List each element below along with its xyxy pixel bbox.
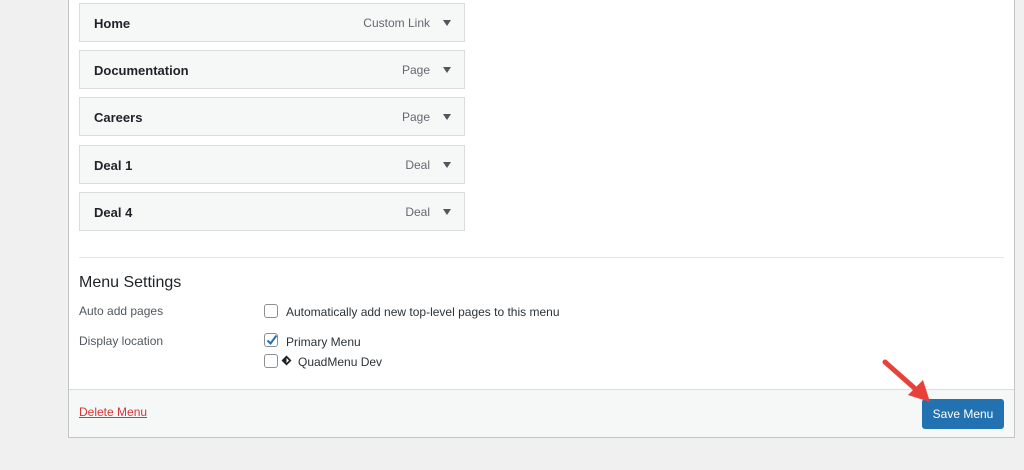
caret-down-icon[interactable] bbox=[440, 205, 454, 219]
primary-menu-label[interactable]: Primary Menu bbox=[286, 335, 361, 349]
quadmenu-dev-label[interactable]: QuadMenu Dev bbox=[298, 355, 382, 369]
menu-footer: Delete Menu Save Menu bbox=[69, 389, 1014, 437]
menu-item-type: Deal bbox=[405, 205, 430, 219]
menu-item-type: Page bbox=[401, 110, 430, 124]
section-divider bbox=[79, 257, 1004, 258]
menu-item-careers[interactable]: Careers Page bbox=[79, 97, 465, 136]
menu-item-title: Deal 4 bbox=[94, 205, 133, 220]
checkmark-icon bbox=[266, 334, 278, 346]
caret-down-icon[interactable] bbox=[440, 63, 454, 77]
menu-item-type: Custom Link bbox=[363, 16, 430, 30]
menu-item-deal-1[interactable]: Deal 1 Deal bbox=[79, 145, 465, 184]
menu-item-deal-4[interactable]: Deal 4 Deal bbox=[79, 192, 465, 231]
menu-settings-heading: Menu Settings bbox=[79, 274, 182, 291]
caret-down-icon[interactable] bbox=[440, 16, 454, 30]
display-location-label: Display location bbox=[79, 334, 164, 348]
auto-add-pages-checkbox[interactable] bbox=[264, 304, 278, 318]
menu-item-documentation[interactable]: Documentation Page bbox=[79, 50, 465, 89]
caret-down-icon[interactable] bbox=[440, 158, 454, 172]
primary-menu-checkbox[interactable] bbox=[264, 333, 278, 347]
delete-menu-link[interactable]: Delete Menu bbox=[79, 405, 147, 419]
menu-item-type: Deal bbox=[405, 158, 430, 172]
menu-item-title: Documentation bbox=[94, 63, 189, 78]
auto-add-pages-label: Auto add pages bbox=[79, 304, 164, 318]
menu-structure-panel: Home Custom Link Documentation Page Care… bbox=[68, 0, 1015, 438]
auto-add-pages-option-label[interactable]: Automatically add new top-level pages to… bbox=[286, 305, 560, 319]
menu-item-home[interactable]: Home Custom Link bbox=[79, 3, 465, 42]
caret-down-icon[interactable] bbox=[440, 110, 454, 124]
menu-item-type: Page bbox=[401, 63, 430, 77]
menu-item-title: Careers bbox=[94, 110, 143, 125]
menu-item-title: Home bbox=[94, 16, 131, 31]
quadmenu-dev-checkbox[interactable] bbox=[264, 354, 278, 368]
diamond-icon bbox=[281, 355, 292, 366]
menu-item-title: Deal 1 bbox=[94, 158, 133, 173]
annotation-arrow-icon bbox=[882, 359, 930, 402]
